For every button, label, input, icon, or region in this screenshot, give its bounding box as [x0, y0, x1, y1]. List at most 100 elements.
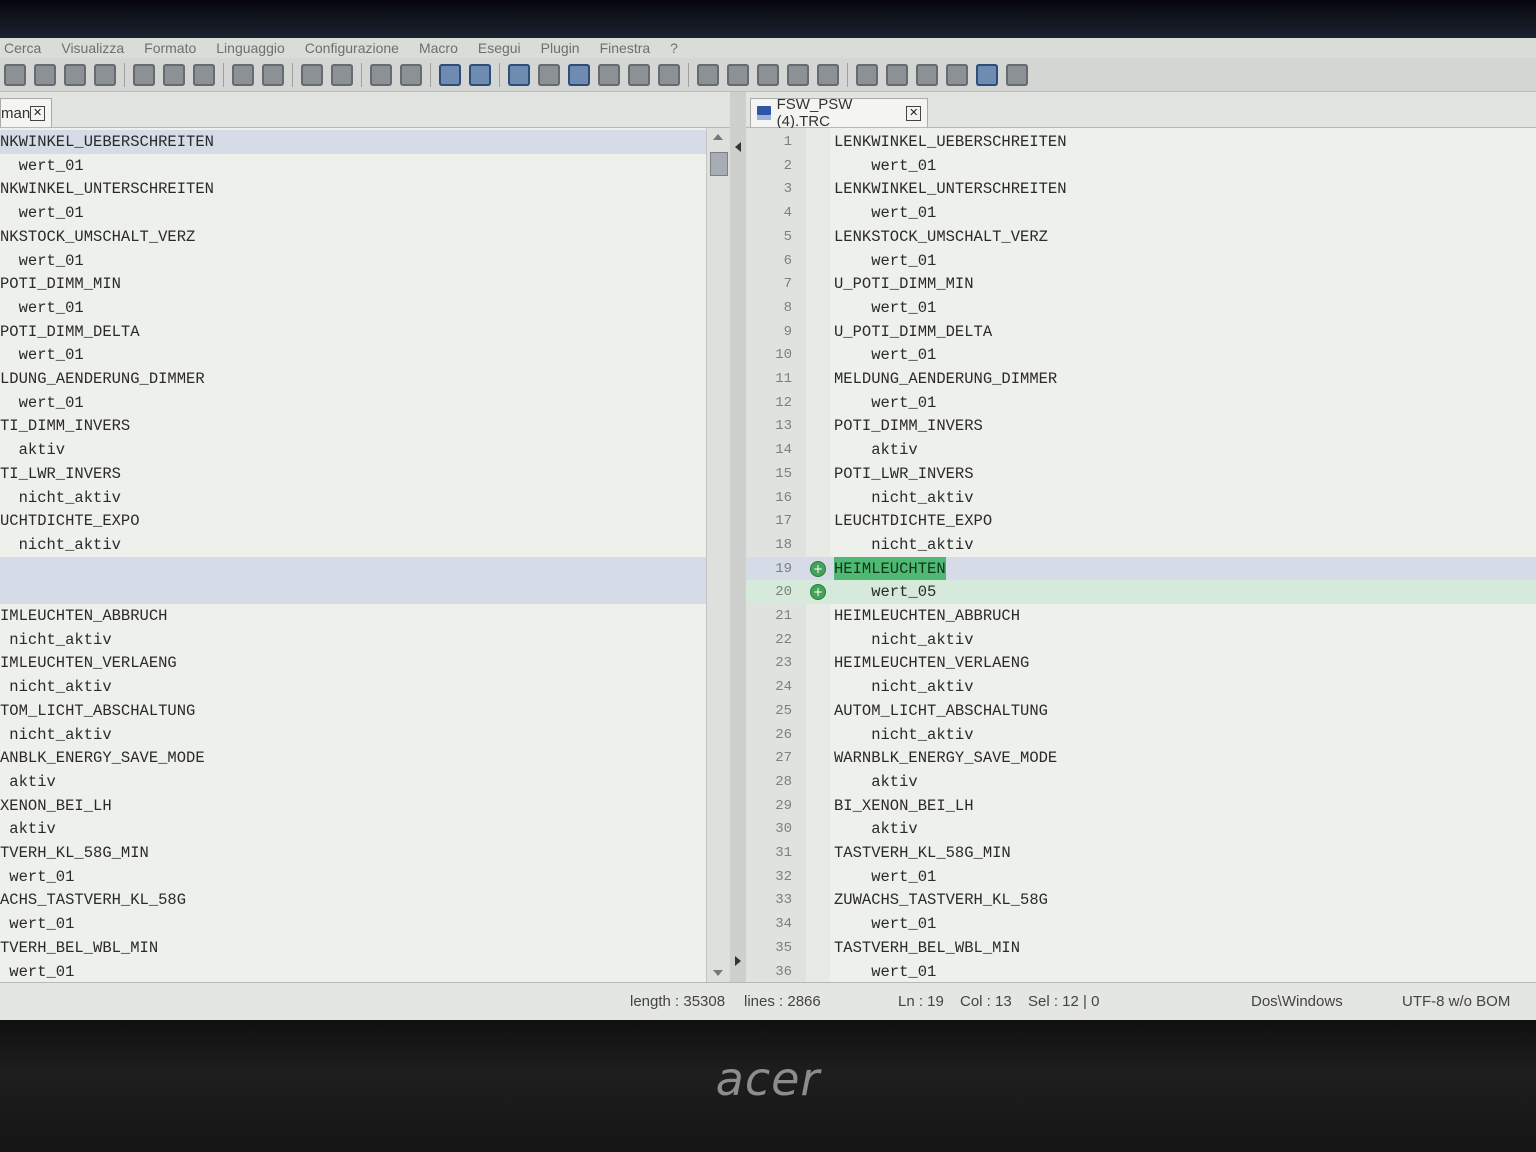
line-text[interactable]: LENKWINKEL_UEBERSCHREITEN [834, 130, 1067, 154]
line-text[interactable]: wert_01 [834, 960, 936, 983]
line-text[interactable]: aktiv [834, 770, 918, 794]
left-code-line[interactable]: LDUNG_AENDERUNG_DIMMER [0, 367, 706, 391]
right-code-line[interactable]: 20 + wert_05 [746, 580, 1536, 605]
right-code-line[interactable]: 16 nicht_aktiv [746, 486, 1536, 510]
left-code-line[interactable]: ANBLK_ENERGY_SAVE_MODE [0, 746, 706, 770]
left-code-line[interactable]: NKWINKEL_UEBERSCHREITEN [0, 130, 706, 154]
arrow-left-icon[interactable] [735, 142, 741, 152]
first-diff-icon[interactable] [856, 63, 878, 86]
left-code-line[interactable]: UCHTDICHTE_EXPO [0, 509, 706, 533]
right-code-line[interactable]: 26 nicht_aktiv [746, 723, 1536, 747]
left-code-line[interactable]: wert_01 [0, 249, 706, 273]
paste-icon[interactable] [193, 63, 215, 86]
status-eol[interactable]: Dos\Windows [1251, 993, 1343, 1010]
replace-icon[interactable] [331, 63, 353, 86]
menu-formato[interactable]: Formato [144, 40, 196, 56]
new-file-icon[interactable] [4, 63, 26, 86]
right-code-line[interactable]: 9 U_POTI_DIMM_DELTA [746, 320, 1536, 344]
left-code-line[interactable]: nicht_aktiv [0, 533, 706, 557]
right-code-line[interactable]: 30 aktiv [746, 817, 1536, 841]
right-code-line[interactable]: 33 ZUWACHS_TASTVERH_KL_58G [746, 888, 1536, 912]
right-code-line[interactable]: 35 TASTVERH_BEL_WBL_MIN [746, 936, 1536, 960]
left-code-line[interactable]: TVERH_BEL_WBL_MIN [0, 936, 706, 960]
right-code-line[interactable]: 12 wert_01 [746, 391, 1536, 415]
right-code-line[interactable]: 32 wert_01 [746, 865, 1536, 889]
left-code-line[interactable]: NKSTOCK_UMSCHALT_VERZ [0, 225, 706, 249]
right-code-line[interactable]: 4 wert_01 [746, 201, 1536, 225]
right-code-line[interactable]: 22 nicht_aktiv [746, 628, 1536, 652]
left-code-line[interactable] [0, 580, 706, 605]
left-code-line[interactable]: TVERH_KL_58G_MIN [0, 841, 706, 865]
line-text[interactable]: nicht_aktiv [834, 723, 973, 747]
show-symbols-icon[interactable] [538, 63, 560, 86]
arrow-right-icon[interactable] [735, 956, 741, 966]
left-editor-pane[interactable]: NKWINKEL_UEBERSCHREITEN wert_01 NKWINKEL_… [0, 128, 706, 982]
right-code-line[interactable]: 25 AUTOM_LICHT_ABSCHALTUNG [746, 699, 1536, 723]
run-macro-multiple-icon[interactable] [787, 63, 809, 86]
right-code-line[interactable]: 17 LEUCHTDICHTE_EXPO [746, 509, 1536, 533]
line-text[interactable]: HEIMLEUCHTEN_ABBRUCH [834, 604, 1020, 628]
right-editor-pane[interactable]: 1 LENKWINKEL_UEBERSCHREITEN 2 wert_01 3 LENK… [746, 128, 1536, 982]
line-text[interactable]: ZUWACHS_TASTVERH_KL_58G [834, 888, 1048, 912]
left-code-line[interactable] [0, 556, 706, 581]
print-icon[interactable] [94, 63, 116, 86]
left-code-line[interactable]: wert_01 [0, 201, 706, 225]
left-code-line[interactable]: aktiv [0, 770, 706, 794]
right-code-line[interactable]: 10 wert_01 [746, 343, 1536, 367]
copy-icon[interactable] [163, 63, 185, 86]
left-code-line[interactable]: wert_01 [0, 912, 706, 936]
right-code-line[interactable]: 13 POTI_DIMM_INVERS [746, 414, 1536, 438]
right-code-line[interactable]: 27 WARNBLK_ENERGY_SAVE_MODE [746, 746, 1536, 770]
right-code-line[interactable]: 36 wert_01 [746, 960, 1536, 983]
line-text[interactable]: LENKWINKEL_UNTERSCHREITEN [834, 177, 1067, 201]
left-code-line[interactable]: POTI_DIMM_DELTA [0, 320, 706, 344]
right-code-line[interactable]: 24 nicht_aktiv [746, 675, 1536, 699]
scrollbar-thumb[interactable] [710, 152, 728, 176]
menu-finestra[interactable]: Finestra [600, 40, 651, 56]
left-code-line[interactable]: nicht_aktiv [0, 628, 706, 652]
right-code-line[interactable]: 5 LENKSTOCK_UMSCHALT_VERZ [746, 225, 1536, 249]
right-code-line[interactable]: 21 HEIMLEUCHTEN_ABBRUCH [746, 604, 1536, 628]
line-text[interactable]: nicht_aktiv [834, 675, 973, 699]
tab-fsw-psw[interactable]: FSW_PSW (4).TRC ✕ [750, 96, 928, 130]
right-code-line[interactable]: 8 wert_01 [746, 296, 1536, 320]
line-text[interactable]: U_POTI_DIMM_MIN [834, 272, 974, 296]
right-code-line[interactable]: 15 POTI_LWR_INVERS [746, 462, 1536, 486]
close-icon[interactable]: ✕ [906, 105, 921, 121]
status-encoding[interactable]: UTF-8 w/o BOM [1402, 993, 1510, 1010]
line-text[interactable]: POTI_LWR_INVERS [834, 462, 974, 486]
left-code-line[interactable]: nicht_aktiv [0, 486, 706, 510]
stop-macro-icon[interactable] [727, 63, 749, 86]
menu-plugin[interactable]: Plugin [541, 40, 580, 56]
line-text[interactable]: BI_XENON_BEI_LH [834, 794, 974, 818]
scroll-up-icon[interactable] [713, 134, 723, 140]
last-diff-icon[interactable] [946, 63, 968, 86]
line-text[interactable]: nicht_aktiv [834, 533, 973, 557]
function-list-icon[interactable] [658, 63, 680, 86]
left-code-line[interactable]: aktiv [0, 817, 706, 841]
menu-linguaggio[interactable]: Linguaggio [216, 40, 285, 56]
line-text[interactable]: wert_01 [834, 391, 936, 415]
menu-macro[interactable]: Macro [419, 40, 458, 56]
close-icon[interactable]: ✕ [30, 105, 45, 121]
line-text[interactable]: HEIMLEUCHTEN_VERLAENG [834, 651, 1029, 675]
line-text[interactable]: wert_01 [834, 154, 936, 178]
menu-cerca[interactable]: Cerca [4, 40, 41, 56]
prev-diff-icon[interactable] [886, 63, 908, 86]
line-text[interactable]: nicht_aktiv [834, 486, 973, 510]
line-text[interactable]: wert_05 [834, 580, 936, 604]
left-code-line[interactable]: NKWINKEL_UNTERSCHREITEN [0, 177, 706, 201]
indent-guide-icon[interactable] [568, 63, 590, 86]
right-code-line[interactable]: 18 nicht_aktiv [746, 533, 1536, 557]
doc-map-icon[interactable] [628, 63, 650, 86]
redo-icon[interactable] [262, 63, 284, 86]
left-code-line[interactable]: wert_01 [0, 296, 706, 320]
right-code-line[interactable]: 1 LENKWINKEL_UEBERSCHREITEN [746, 130, 1536, 154]
left-vertical-scrollbar[interactable] [706, 128, 730, 982]
line-text[interactable]: TASTVERH_BEL_WBL_MIN [834, 936, 1020, 960]
left-code-line[interactable]: TI_LWR_INVERS [0, 462, 706, 486]
record-macro-icon[interactable] [697, 63, 719, 86]
save-icon[interactable] [64, 63, 86, 86]
sync-scroll-vertical-icon[interactable] [439, 63, 461, 86]
left-code-line[interactable]: aktiv [0, 438, 706, 462]
